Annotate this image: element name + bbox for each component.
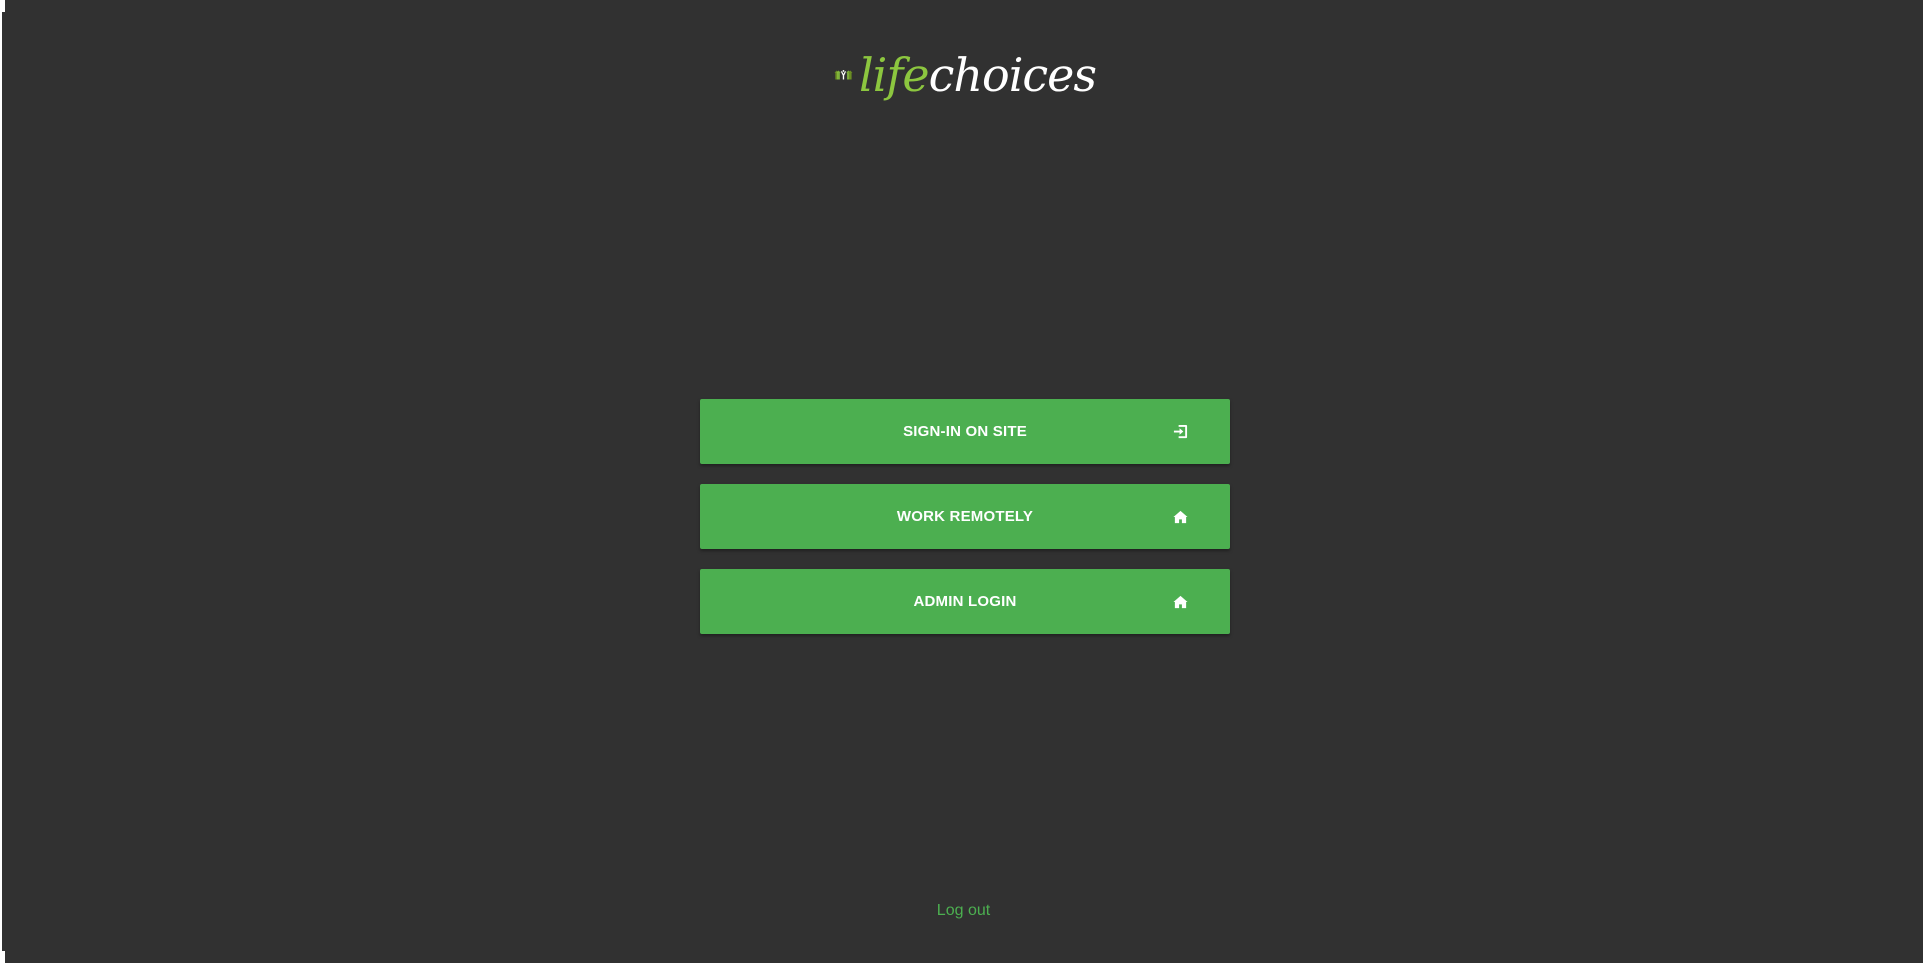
admin-login-button[interactable]: ADMIN LOGIN (700, 569, 1230, 634)
logo-wordmark-choices: choices (928, 48, 1097, 102)
work-remotely-button[interactable]: WORK REMOTELY (700, 484, 1230, 549)
work-remotely-label: WORK REMOTELY (896, 508, 1034, 525)
people-house-icon (834, 70, 853, 80)
home-icon (1172, 509, 1188, 525)
action-button-group: SIGN-IN ON SITE WORK REMOTELY ADMIN LOGI… (700, 399, 1230, 654)
logo-wordmark-life: life (858, 48, 930, 102)
admin-login-label: ADMIN LOGIN (913, 593, 1017, 610)
window-edge-marker (2, 0, 5, 12)
sign-in-icon (1172, 424, 1188, 440)
footer: Log out (2, 902, 1923, 920)
home-icon (1172, 594, 1188, 610)
sign-in-on-site-label: SIGN-IN ON SITE (903, 423, 1027, 440)
lifechoices-logo: lifechoices (834, 42, 1097, 108)
window-edge-marker (2, 951, 5, 963)
sign-in-on-site-button[interactable]: SIGN-IN ON SITE (700, 399, 1230, 464)
login-page: lifechoices SIGN-IN ON SITE WORK REMOTEL… (0, 0, 1923, 963)
logout-link[interactable]: Log out (937, 902, 990, 919)
logo-wordmark: lifechoices (859, 52, 1097, 98)
